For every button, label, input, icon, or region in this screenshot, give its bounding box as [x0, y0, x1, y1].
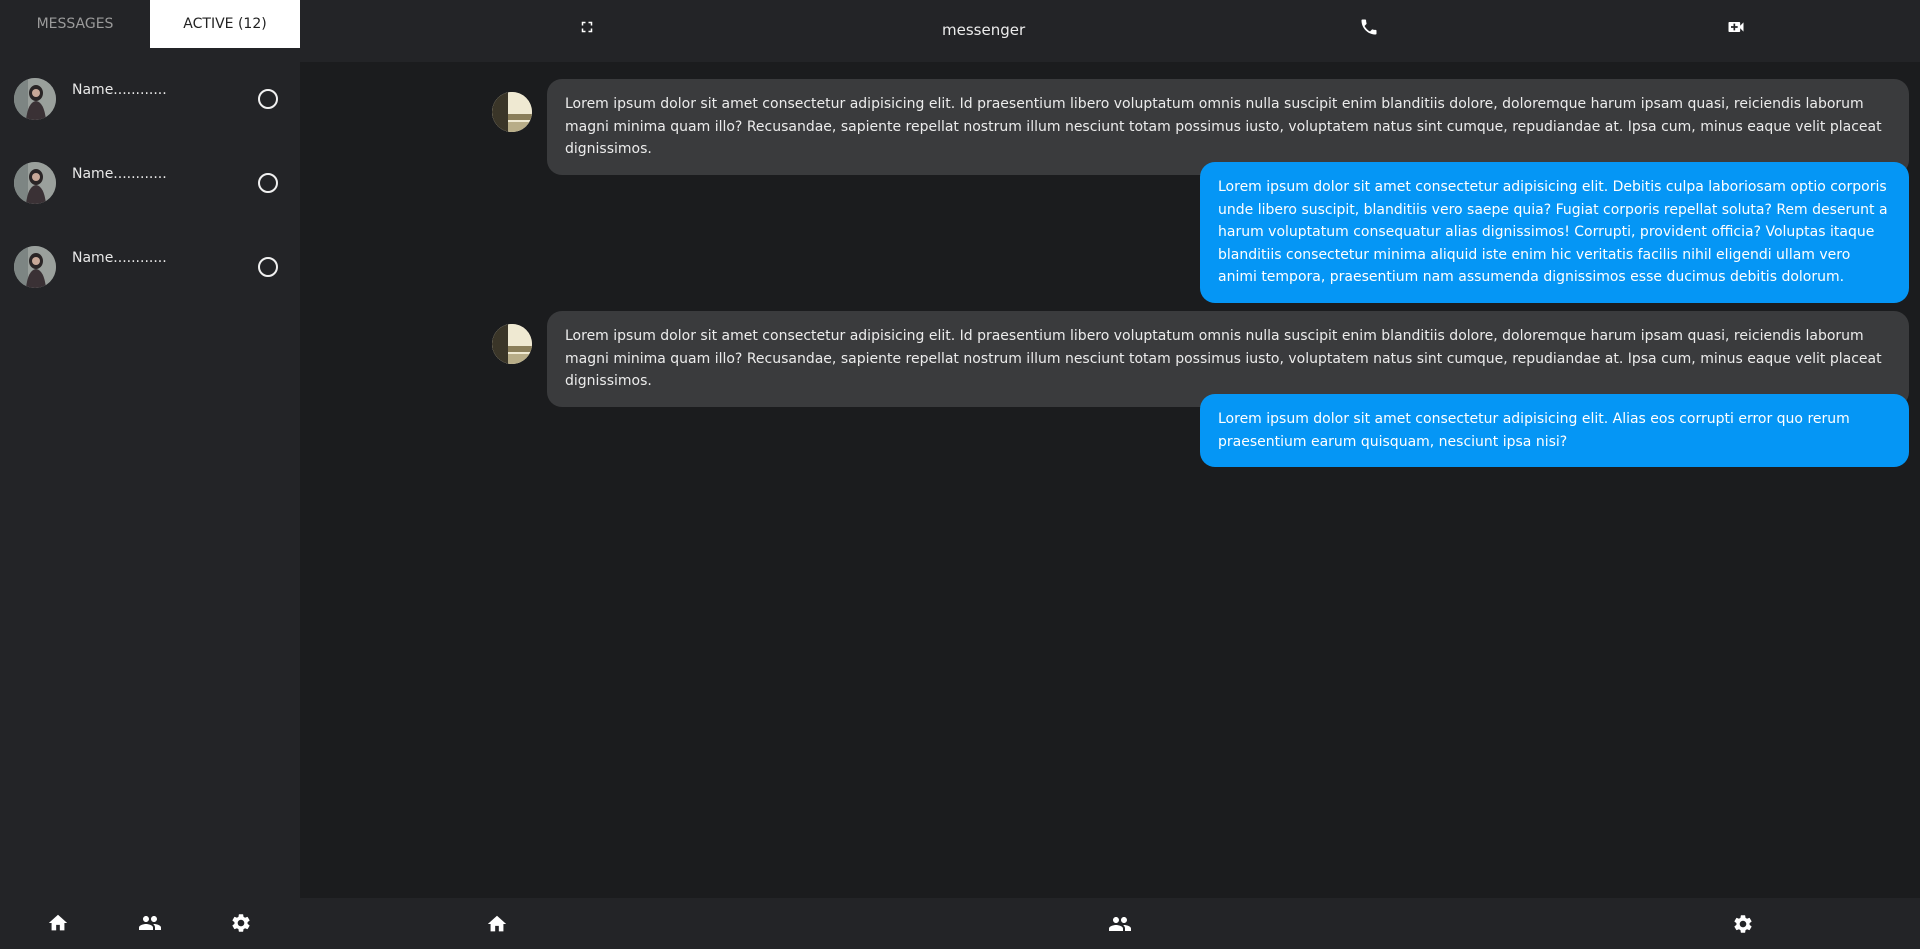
message-list: Lorem ipsum dolor sit amet consectetur a…: [300, 62, 1920, 898]
tab-messages[interactable]: MESSAGES: [0, 0, 150, 48]
settings-icon[interactable]: [228, 910, 254, 936]
people-icon[interactable]: [137, 910, 163, 936]
sidebar: MESSAGES ACTIVE (12) Name............ Na…: [0, 0, 300, 949]
fullscreen-icon[interactable]: [575, 15, 599, 39]
people-icon[interactable]: [1107, 911, 1133, 937]
sidebar-tabs: MESSAGES ACTIVE (12): [0, 0, 300, 48]
contact-name: Name............: [72, 250, 167, 266]
radio-button[interactable]: [258, 89, 278, 109]
home-icon[interactable]: [484, 911, 510, 937]
avatar: [492, 92, 532, 132]
phone-icon[interactable]: [1357, 15, 1381, 39]
avatar: [14, 78, 56, 120]
incoming-message: Lorem ipsum dolor sit amet consectetur a…: [547, 79, 1909, 175]
video-call-icon[interactable]: [1724, 15, 1748, 39]
avatar: [14, 246, 56, 288]
tab-active[interactable]: ACTIVE (12): [150, 0, 300, 48]
contact-item[interactable]: Name............: [0, 132, 300, 216]
top-bar: messenger: [300, 0, 1920, 62]
outgoing-message: Lorem ipsum dolor sit amet consectetur a…: [1200, 162, 1909, 303]
radio-button[interactable]: [258, 257, 278, 277]
radio-button[interactable]: [258, 173, 278, 193]
page-title: messenger: [942, 21, 1026, 39]
incoming-message: Lorem ipsum dolor sit amet consectetur a…: [547, 311, 1909, 407]
settings-icon[interactable]: [1730, 911, 1756, 937]
avatar: [14, 162, 56, 204]
contact-name: Name............: [72, 166, 167, 182]
sidebar-bottom-nav: [0, 897, 300, 949]
bottom-nav: [300, 898, 1920, 949]
contact-item[interactable]: Name............: [0, 48, 300, 132]
contact-name: Name............: [72, 82, 167, 98]
home-icon[interactable]: [45, 910, 71, 936]
avatar: [492, 324, 532, 364]
contact-item[interactable]: Name............: [0, 216, 300, 300]
outgoing-message: Lorem ipsum dolor sit amet consectetur a…: [1200, 394, 1909, 467]
